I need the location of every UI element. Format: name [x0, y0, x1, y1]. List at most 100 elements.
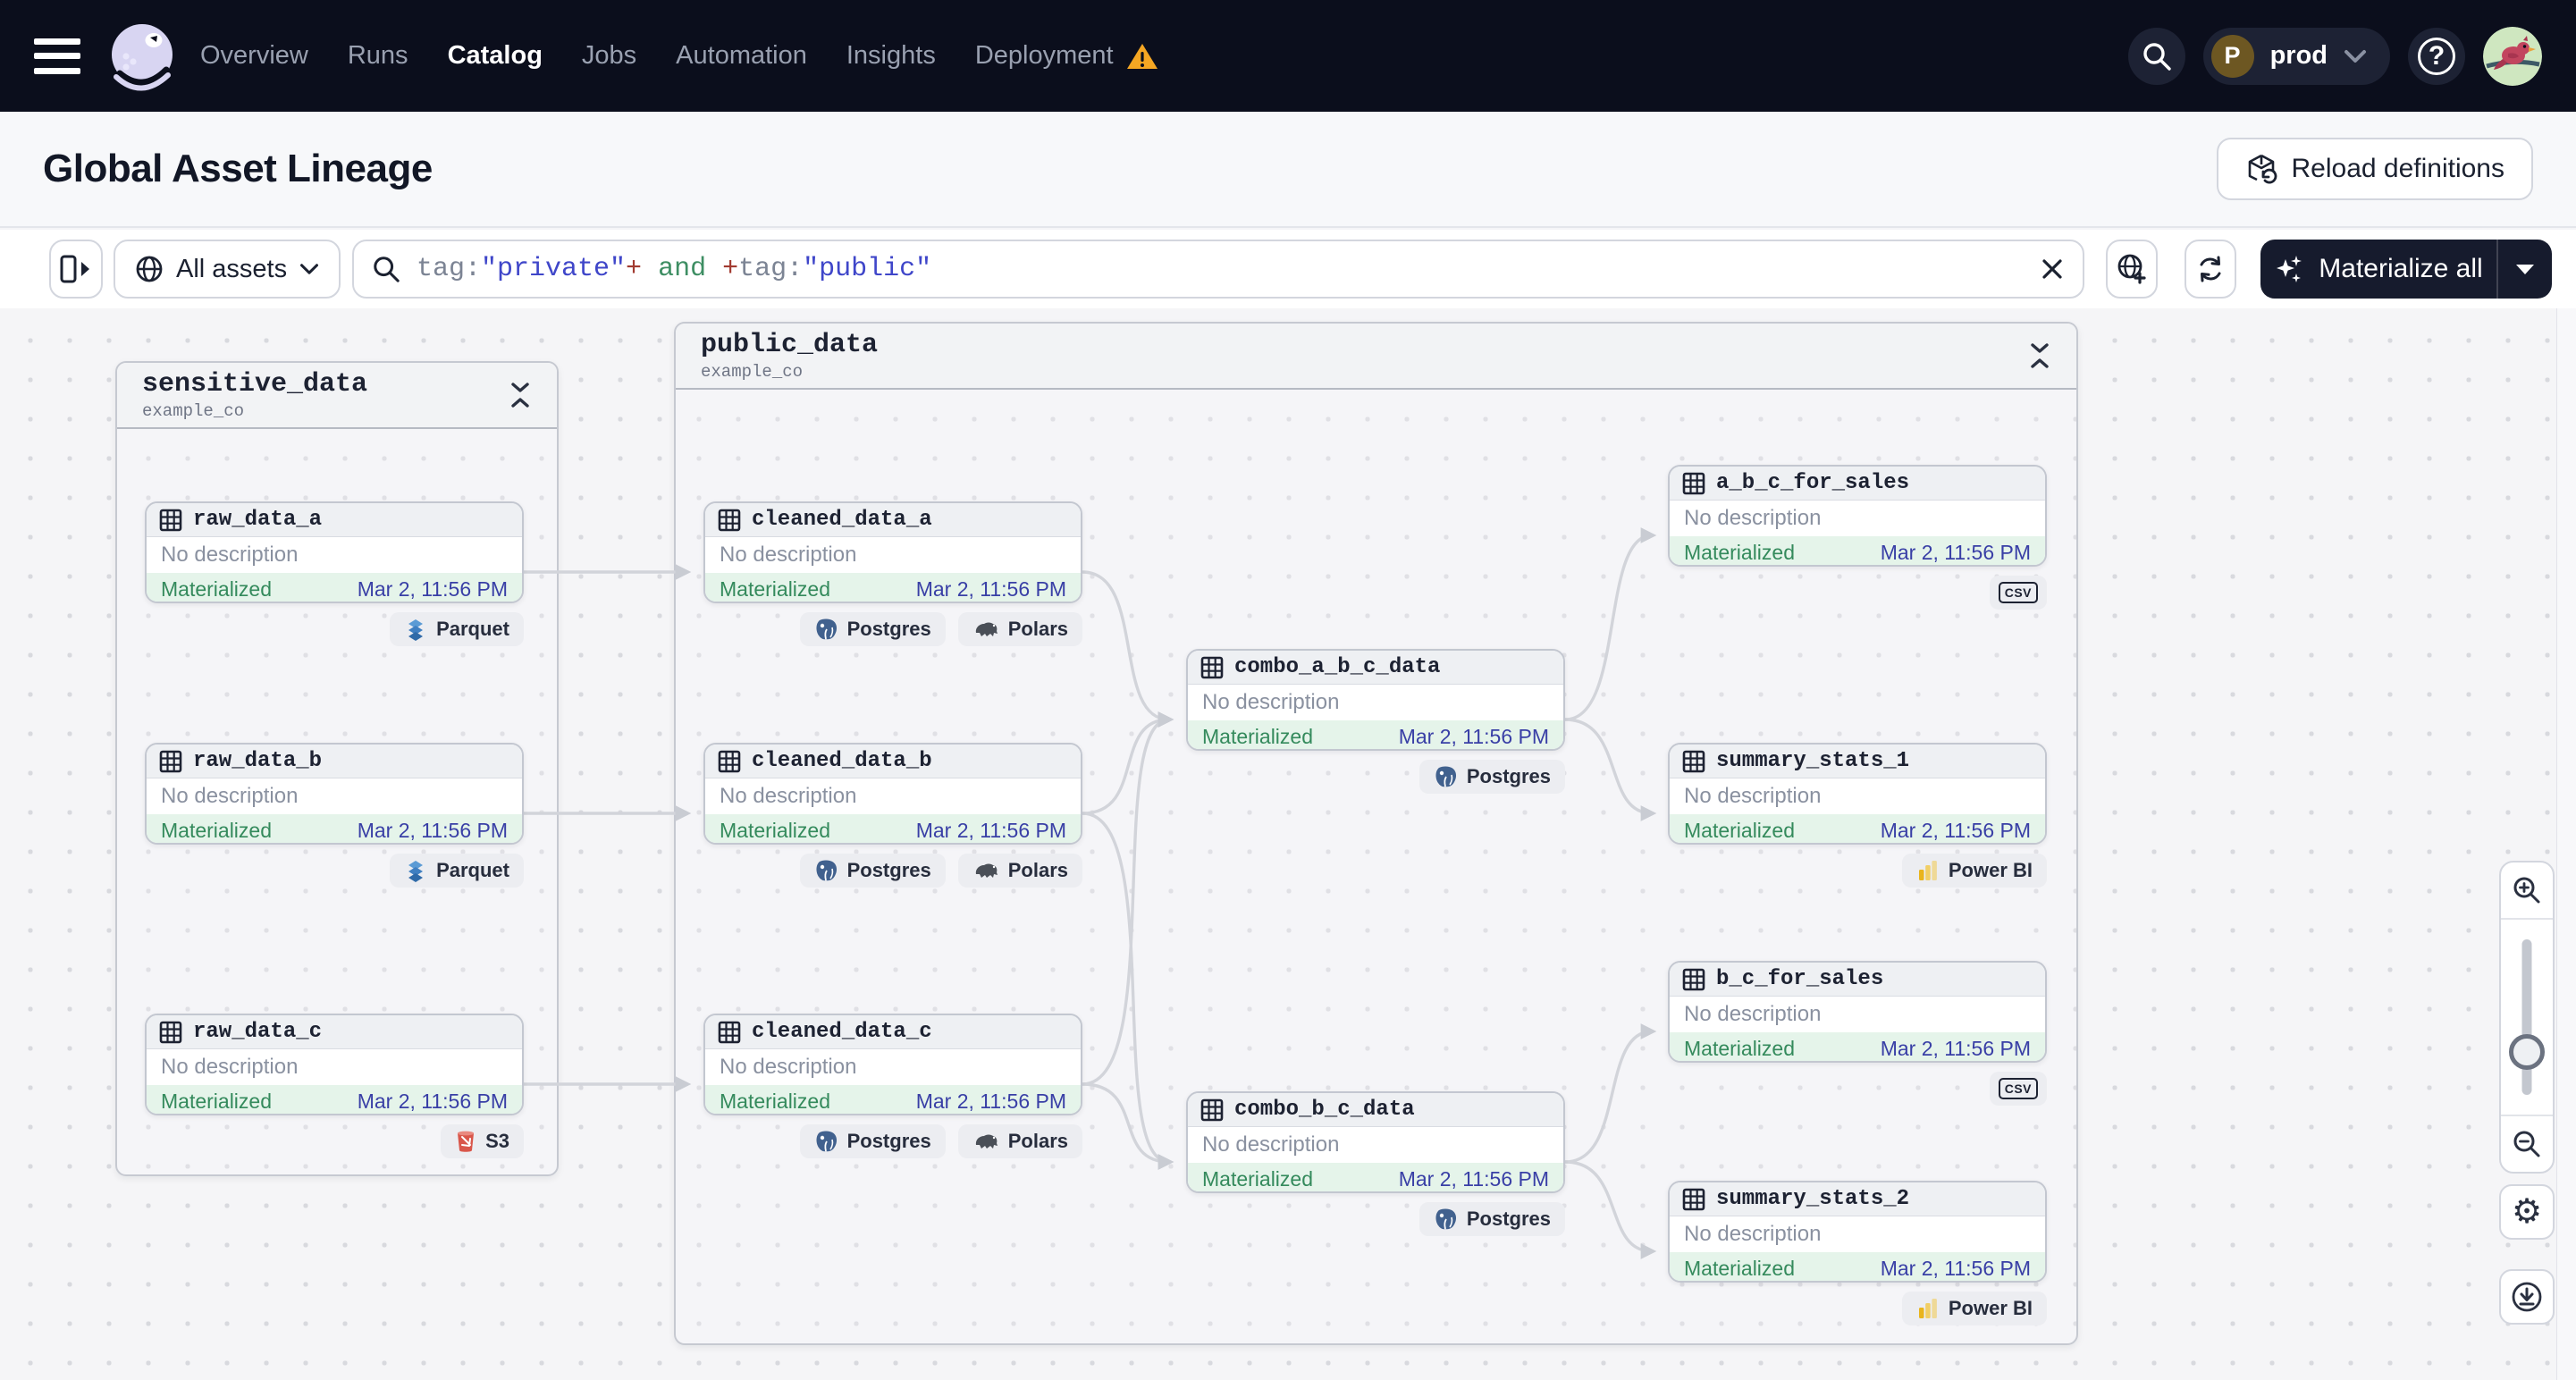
- kind-badge-postgres[interactable]: Postgres: [799, 854, 946, 888]
- warning-icon[interactable]: [1126, 42, 1158, 71]
- nav-overview[interactable]: Overview: [200, 41, 308, 71]
- search-button[interactable]: [2127, 27, 2185, 85]
- asset-name: raw_data_a: [193, 508, 323, 532]
- kind-badge-parquet[interactable]: Parquet: [390, 854, 524, 888]
- asset-node-raw-data-c[interactable]: raw_data_c No description Materialized Ma…: [145, 1014, 524, 1115]
- asset-node-cleaned-data-c[interactable]: cleaned_data_c No description Materializ…: [703, 1014, 1082, 1115]
- asset-name: cleaned_data_b: [752, 749, 932, 773]
- zoom-slider-track[interactable]: [2521, 939, 2532, 1095]
- table-icon: [1200, 1098, 1224, 1121]
- postgres-icon: [816, 860, 837, 880]
- asset-query-input[interactable]: tag:"private"+ and +tag:"public": [352, 240, 2084, 299]
- group-title: public_data: [701, 330, 879, 360]
- kind-badge-postgres[interactable]: Postgres: [1418, 1202, 1565, 1236]
- table-icon: [159, 750, 182, 772]
- graph-settings-button[interactable]: ⚙: [2499, 1184, 2555, 1240]
- asset-node-combo-a-b-c-data[interactable]: combo_a_b_c_data No description Material…: [1186, 649, 1565, 751]
- csv-icon: CSV: [1998, 582, 2038, 603]
- download-graph-button[interactable]: [2499, 1269, 2555, 1325]
- group-header[interactable]: sensitive_data example_co: [117, 363, 557, 429]
- kind-badge-polars[interactable]: Polars: [957, 854, 1082, 888]
- refresh-icon: [2200, 256, 2221, 282]
- zoom-slider[interactable]: [2501, 920, 2553, 1115]
- asset-description: No description: [147, 1049, 522, 1085]
- globe-icon: [136, 256, 163, 282]
- nav-deployment[interactable]: Deployment: [975, 41, 1114, 71]
- asset-name: cleaned_data_a: [752, 508, 932, 532]
- postgres-icon: [1435, 1208, 1456, 1229]
- zoom-slider-handle[interactable]: [2509, 1034, 2545, 1070]
- table-icon: [718, 750, 741, 772]
- table-icon: [1682, 1188, 1705, 1210]
- asset-name: summary_stats_1: [1716, 749, 1910, 773]
- asset-node-summary-stats-2[interactable]: summary_stats_2 No description Materiali…: [1668, 1181, 2047, 1283]
- filter-scope-button[interactable]: [2106, 240, 2158, 299]
- nav-automation[interactable]: Automation: [676, 41, 807, 71]
- page-header: Global Asset Lineage Reload definitions: [0, 112, 2576, 228]
- asset-node-combo-b-c-data[interactable]: combo_b_c_data No description Materializ…: [1186, 1091, 1565, 1193]
- zoom-panel: [2499, 861, 2555, 1174]
- materialized-timestamp: Mar 2, 11:56 PM: [1880, 818, 2031, 842]
- zoom-in-button[interactable]: [2501, 862, 2553, 918]
- status-badge: Materialized: [1202, 1166, 1313, 1191]
- table-icon: [159, 509, 182, 531]
- status-badge: Materialized: [161, 1089, 272, 1113]
- asset-node-summary-stats-1[interactable]: summary_stats_1 No description Materiali…: [1668, 743, 2047, 845]
- materialize-options-button[interactable]: [2496, 240, 2552, 299]
- kind-badge-postgres[interactable]: Postgres: [799, 1124, 946, 1158]
- reload-definitions-button[interactable]: Reload definitions: [2216, 138, 2533, 200]
- kind-badge-postgres[interactable]: Postgres: [799, 612, 946, 646]
- kind-badge-power-bi[interactable]: Power BI: [1901, 854, 2047, 888]
- dagster-logo[interactable]: [105, 20, 179, 93]
- asset-description: No description: [147, 537, 522, 573]
- caret-down-icon: [2516, 264, 2534, 274]
- refresh-button[interactable]: [2185, 240, 2236, 299]
- nav-runs[interactable]: Runs: [348, 41, 408, 71]
- canvas-scrollbar-track[interactable]: [2556, 308, 2576, 1380]
- search-icon: [2142, 42, 2171, 71]
- help-button[interactable]: ?: [2408, 27, 2465, 85]
- kind-badge-postgres[interactable]: Postgres: [1418, 760, 1565, 794]
- asset-node-cleaned-data-b[interactable]: cleaned_data_b No description Materializ…: [703, 743, 1082, 845]
- search-icon: [374, 257, 400, 282]
- user-avatar[interactable]: [2483, 26, 2542, 86]
- asset-node-raw-data-a[interactable]: raw_data_a No description Materialized Ma…: [145, 501, 524, 603]
- collapse-group-icon[interactable]: [2028, 342, 2051, 369]
- polars-icon: [975, 863, 998, 878]
- kind-badge-parquet[interactable]: Parquet: [390, 612, 524, 646]
- materialize-all-label: Materialize all: [2319, 254, 2483, 283]
- kind-badge-csv[interactable]: CSV: [1989, 576, 2047, 610]
- asset-node-raw-data-b[interactable]: raw_data_b No description Materialized Ma…: [145, 743, 524, 845]
- table-icon: [1682, 968, 1705, 990]
- materialize-all-button[interactable]: Materialize all: [2260, 240, 2552, 299]
- kind-badge-power-bi[interactable]: Power BI: [1901, 1292, 2047, 1325]
- table-icon: [1200, 656, 1224, 678]
- asset-node-a-b-c-for-sales[interactable]: a_b_c_for_sales No description Materiali…: [1668, 465, 2047, 567]
- asset-name: combo_a_b_c_data: [1234, 655, 1441, 679]
- collapse-group-icon[interactable]: [509, 382, 532, 408]
- asset-node-b-c-for-sales[interactable]: b_c_for_sales No description Materialize…: [1668, 961, 2047, 1063]
- kind-badge-polars[interactable]: Polars: [957, 612, 1082, 646]
- gear-icon: ⚙: [2511, 1193, 2543, 1231]
- postgres-icon: [816, 618, 837, 639]
- asset-description: No description: [1670, 997, 2045, 1032]
- chevron-down-icon: [2344, 49, 2366, 63]
- kind-badge-s3[interactable]: S3: [441, 1124, 524, 1158]
- zoom-out-button[interactable]: [2501, 1116, 2553, 1172]
- environment-switcher[interactable]: P prod: [2202, 27, 2390, 85]
- asset-node-cleaned-data-a[interactable]: cleaned_data_a No description Materializ…: [703, 501, 1082, 603]
- query-text: tag:"private"+ and +tag:"public": [417, 254, 932, 284]
- clear-query-button[interactable]: [2040, 257, 2065, 282]
- nav-insights[interactable]: Insights: [846, 41, 936, 71]
- asset-description: No description: [705, 537, 1081, 573]
- nav-catalog[interactable]: Catalog: [448, 41, 543, 71]
- asset-scope-dropdown[interactable]: All assets: [114, 240, 341, 299]
- nav-jobs[interactable]: Jobs: [582, 41, 636, 71]
- toggle-sidebar-button[interactable]: [49, 240, 103, 299]
- kind-badge-polars[interactable]: Polars: [957, 1124, 1082, 1158]
- group-header[interactable]: public_data example_co: [676, 324, 2076, 390]
- menu-icon[interactable]: [34, 38, 80, 74]
- materialize-all-main[interactable]: Materialize all: [2260, 254, 2496, 284]
- status-badge: Materialized: [1202, 724, 1313, 748]
- kind-badge-csv[interactable]: CSV: [1989, 1072, 2047, 1106]
